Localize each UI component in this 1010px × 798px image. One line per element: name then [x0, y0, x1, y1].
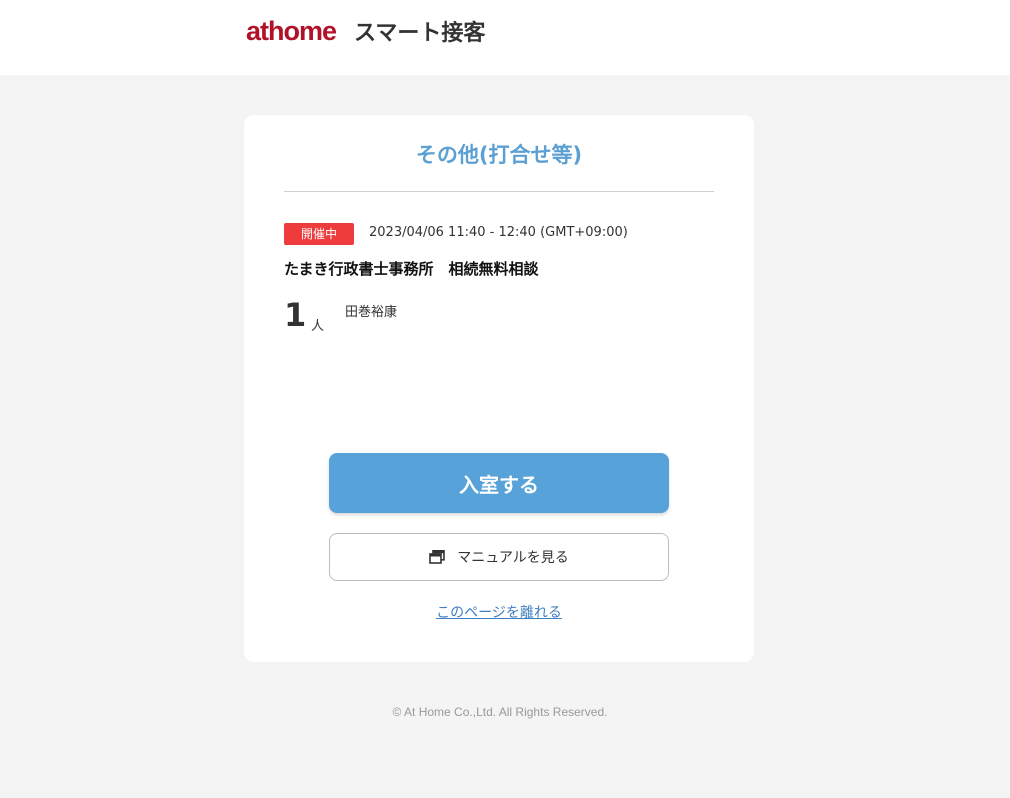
participant-name: 田巻裕康	[345, 305, 398, 320]
windows-icon	[429, 550, 446, 564]
logo: athome スマート接客	[246, 14, 485, 48]
view-manual-label: マニュアルを見る	[457, 550, 569, 566]
view-manual-button[interactable]: マニュアルを見る	[329, 533, 669, 581]
copyright-footer: © At Home Co.,Ltd. All Rights Reserved.	[392, 705, 608, 719]
meeting-card: その他(打合せ等) 開催中 2023/04/06 11:40 - 12:40 (…	[244, 115, 754, 662]
status-badge: 開催中	[284, 223, 354, 245]
participant-unit: 人	[311, 319, 325, 334]
participant-count: 1	[284, 296, 307, 334]
leave-page-link[interactable]: このページを離れる	[244, 602, 754, 622]
service-name: スマート接客	[354, 21, 486, 46]
divider	[284, 191, 714, 192]
meeting-category-title: その他(打合せ等)	[415, 143, 583, 167]
event-name: たまき行政書士事務所 相続無料相談	[284, 260, 539, 278]
brand-logo: athome	[246, 15, 337, 46]
meeting-datetime: 2023/04/06 11:40 - 12:40 (GMT+09:00)	[369, 225, 628, 240]
enter-room-button[interactable]: 入室する	[329, 453, 669, 513]
header: athome スマート接客	[0, 0, 1010, 75]
